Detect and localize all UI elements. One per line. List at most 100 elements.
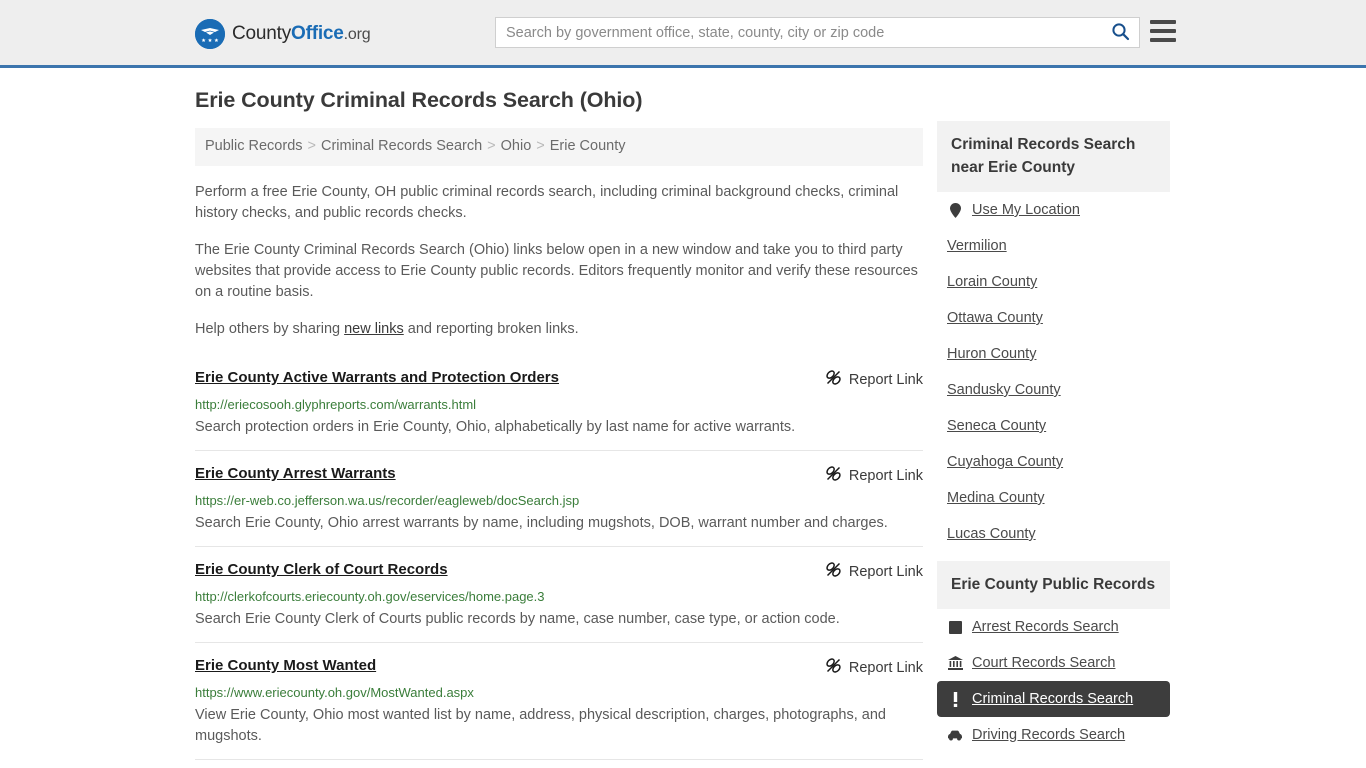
report-link-label: Report Link [848,468,923,485]
report-link-button[interactable]: Report Link [825,368,923,391]
sidebar-public-records-link[interactable]: Criminal Records Search [972,690,1133,708]
result-header: Erie County Most Wanted Report Link [195,656,923,679]
fingerprint-icon [947,619,963,635]
hamburger-bar-1 [1150,20,1176,24]
breadcrumb-item-ohio[interactable]: Ohio [501,138,532,154]
courthouse-icon [947,655,963,671]
result-title-link[interactable]: Erie County Clerk of Court Records [195,560,448,580]
broken-link-icon [825,369,842,391]
sidebar-item-cuyahoga-county[interactable]: Cuyahoga County [937,444,1170,480]
result-title-link[interactable]: Erie County Active Warrants and Protecti… [195,368,559,388]
result-header: Erie County Arrest Warrants Report Link [195,464,923,487]
sidebar-public-records-link[interactable]: Court Records Search [972,654,1115,672]
hamburger-bar-2 [1150,29,1176,33]
result-title-link[interactable]: Erie County Most Wanted [195,656,376,676]
sidebar-nearby-link[interactable]: Seneca County [947,417,1046,435]
logo-text-office: Office [291,23,344,44]
sidebar-nearby-link[interactable]: Cuyahoga County [947,453,1063,471]
breadcrumb-separator: > [487,138,496,154]
sidebar-item-medina-county[interactable]: Medina County [937,480,1170,516]
sidebar-item-huron-county[interactable]: Huron County [937,336,1170,372]
report-link-label: Report Link [848,372,923,389]
eagle-seal-icon [195,19,225,49]
new-links-link[interactable]: new links [344,321,404,337]
sidebar-nearby-link[interactable]: Medina County [947,489,1045,507]
logo-text-county: County [232,23,292,44]
result-description: Search Erie County Clerk of Courts publi… [195,611,840,628]
result-item: Erie County Most Wanted Report Link http… [195,642,923,759]
result-item: Erie County Sheriff Website Report Link [195,759,923,768]
results-list: Erie County Active Warrants and Protecti… [195,362,923,768]
sidebar-item-criminal-records-search[interactable]: Criminal Records Search [937,681,1170,717]
sidebar-item-use-my-location[interactable]: Use My Location [937,192,1170,228]
sidebar: Criminal Records Search near Erie County… [937,121,1170,753]
sidebar-item-driving-records-search[interactable]: Driving Records Search [937,717,1170,753]
sidebar-item-ottawa-county[interactable]: Ottawa County [937,300,1170,336]
report-link-button[interactable]: Report Link [825,656,923,679]
share-text-before: Help others by sharing [195,321,345,338]
sidebar-public-records-link[interactable]: Arrest Records Search [972,618,1119,636]
breadcrumb-separator: > [307,138,316,154]
sidebar-public-records-list: Arrest Records Search Court Records Sear… [937,609,1170,753]
breadcrumb-item-erie-county[interactable]: Erie County [550,138,626,154]
result-title-link[interactable]: Erie County Arrest Warrants [195,464,396,484]
site-logo-text: CountyOffice.org [232,23,371,45]
site-header: CountyOffice.org [0,0,1366,68]
sidebar-nearby-list: Use My Location Vermilion Lorain County … [937,192,1170,552]
use-my-location-link[interactable]: Use My Location [972,201,1080,219]
sidebar-item-lucas-county[interactable]: Lucas County [937,516,1170,552]
sidebar-nearby-link[interactable]: Lucas County [947,525,1036,543]
share-text-after: and reporting broken links. [403,321,579,338]
sidebar-item-seneca-county[interactable]: Seneca County [937,408,1170,444]
result-description: Search protection orders in Erie County,… [195,419,796,436]
result-url: https://er-web.co.jefferson.wa.us/record… [195,493,580,509]
hamburger-bar-3 [1150,38,1176,42]
exclamation-icon [947,691,963,707]
result-item: Erie County Clerk of Court Records Repor… [195,546,923,642]
result-item: Erie County Active Warrants and Protecti… [195,362,923,450]
broken-link-icon [825,465,842,487]
broken-link-icon [825,561,842,583]
sidebar-item-court-records-search[interactable]: Court Records Search [937,645,1170,681]
breadcrumb-item-public-records[interactable]: Public Records [205,138,303,154]
broken-link-icon [825,657,842,679]
sidebar-public-records-title: Erie County Public Records [937,561,1170,609]
breadcrumb-item-criminal-records-search[interactable]: Criminal Records Search [321,138,482,154]
intro-paragraph-2: The Erie County Criminal Records Search … [195,242,918,301]
result-url: https://www.eriecounty.oh.gov/MostWanted… [195,685,474,701]
result-url: http://clerkofcourts.eriecounty.oh.gov/e… [195,589,545,605]
report-link-button[interactable]: Report Link [825,560,923,583]
sidebar-public-records-link[interactable]: Driving Records Search [972,726,1125,744]
sidebar-nearby-link[interactable]: Huron County [947,345,1036,363]
report-link-label: Report Link [848,660,923,677]
result-item: Erie County Arrest Warrants Report Link … [195,450,923,546]
result-description: Search Erie County, Ohio arrest warrants… [195,515,888,532]
search-button[interactable] [1101,18,1139,47]
report-link-button[interactable]: Report Link [825,464,923,487]
breadcrumb-separator: > [536,138,545,154]
result-description: View Erie County, Ohio most wanted list … [195,707,886,745]
sidebar-nearby-link[interactable]: Sandusky County [947,381,1061,399]
sidebar-item-arrest-records-search[interactable]: Arrest Records Search [937,609,1170,645]
result-header: Erie County Active Warrants and Protecti… [195,368,923,391]
sidebar-nearby-title: Criminal Records Search near Erie County [937,121,1170,192]
result-header: Erie County Clerk of Court Records Repor… [195,560,923,583]
sidebar-item-sandusky-county[interactable]: Sandusky County [937,372,1170,408]
breadcrumb: Public Records > Criminal Records Search > O… [195,128,923,167]
search-input[interactable] [496,18,1101,47]
sidebar-item-lorain-county[interactable]: Lorain County [937,264,1170,300]
result-url: http://eriecosooh.glyphreports.com/warra… [195,397,477,413]
search-bar[interactable] [495,17,1140,48]
intro-paragraph-1: Perform a free Erie County, OH public cr… [195,184,899,222]
sidebar-nearby-link[interactable]: Vermilion [947,237,1007,255]
map-pin-icon [947,202,963,218]
car-icon [947,727,963,743]
logo-text-org: .org [343,26,371,43]
site-logo[interactable]: CountyOffice.org [195,19,371,49]
page-title: Erie County Criminal Records Search (Ohi… [195,88,643,112]
sidebar-item-vermilion[interactable]: Vermilion [937,228,1170,264]
sidebar-nearby-link[interactable]: Lorain County [947,273,1037,291]
sidebar-nearby-link[interactable]: Ottawa County [947,309,1043,327]
search-icon [1111,22,1130,44]
hamburger-menu-icon[interactable] [1150,20,1176,42]
